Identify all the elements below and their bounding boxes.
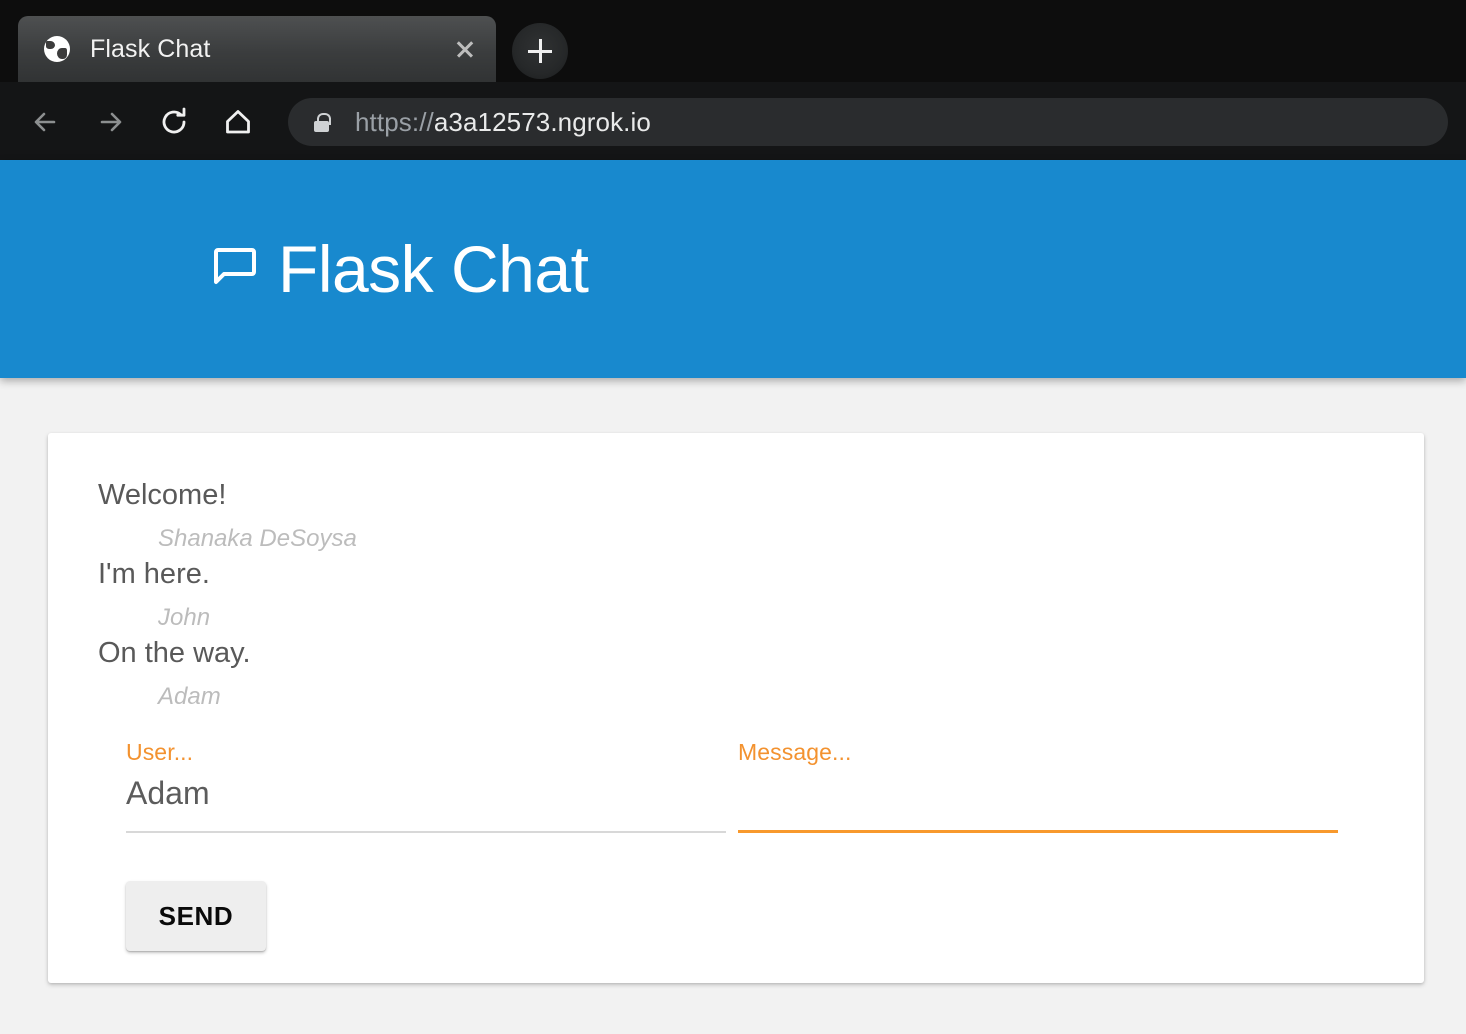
chat-card: Welcome! Shanaka DeSoysa I'm here. John … (48, 433, 1424, 983)
message-author: Adam (158, 683, 221, 710)
user-field-label: User... (126, 739, 194, 765)
message-item: I'm here. John (98, 551, 1384, 630)
app-header: Flask Chat (0, 160, 1466, 378)
user-field-underline (126, 831, 726, 833)
message-field-group[interactable]: Message... (738, 741, 1338, 851)
close-icon[interactable] (448, 32, 482, 66)
page-body: Welcome! Shanaka DeSoysa I'm here. John … (0, 378, 1466, 1034)
app-header-inner: Flask Chat (212, 160, 589, 378)
browser-chrome: Flask Chat https://a3a12573.ngrok.io (0, 0, 1466, 160)
forward-arrow-icon[interactable] (88, 100, 132, 144)
tab-strip: Flask Chat (0, 0, 1466, 82)
message-body: Welcome! (98, 479, 227, 511)
user-field-group[interactable]: User... Adam (126, 741, 726, 851)
message-body: On the way. (98, 637, 251, 669)
url-scheme: https:// (355, 106, 434, 137)
message-field-label: Message... (738, 739, 852, 765)
url-text: https://a3a12573.ngrok.io (355, 107, 651, 138)
message-author: Shanaka DeSoysa (158, 525, 357, 552)
chat-bubble-icon (212, 246, 256, 293)
message-item: On the way. Adam (98, 630, 1384, 709)
message-field-underline (738, 829, 1338, 833)
lock-icon (314, 113, 331, 132)
browser-tab[interactable]: Flask Chat (18, 16, 496, 82)
message-item: Welcome! Shanaka DeSoysa (98, 472, 1384, 551)
tab-title: Flask Chat (90, 34, 211, 63)
new-tab-button[interactable] (512, 23, 568, 79)
message-author: John (158, 604, 211, 631)
message-body: I'm here. (98, 558, 210, 590)
user-input[interactable]: Adam (126, 777, 210, 809)
message-list: Welcome! Shanaka DeSoysa I'm here. John … (98, 472, 1384, 709)
url-host: a3a12573.ngrok.io (433, 106, 651, 137)
page-title: Flask Chat (278, 232, 589, 306)
send-button[interactable]: SEND (126, 881, 266, 951)
reload-icon[interactable] (152, 100, 196, 144)
chat-form: User... Adam Message... (78, 741, 1394, 851)
back-arrow-icon[interactable] (24, 100, 68, 144)
address-bar[interactable]: https://a3a12573.ngrok.io (288, 98, 1448, 146)
home-icon[interactable] (216, 100, 260, 144)
globe-icon (44, 36, 70, 62)
